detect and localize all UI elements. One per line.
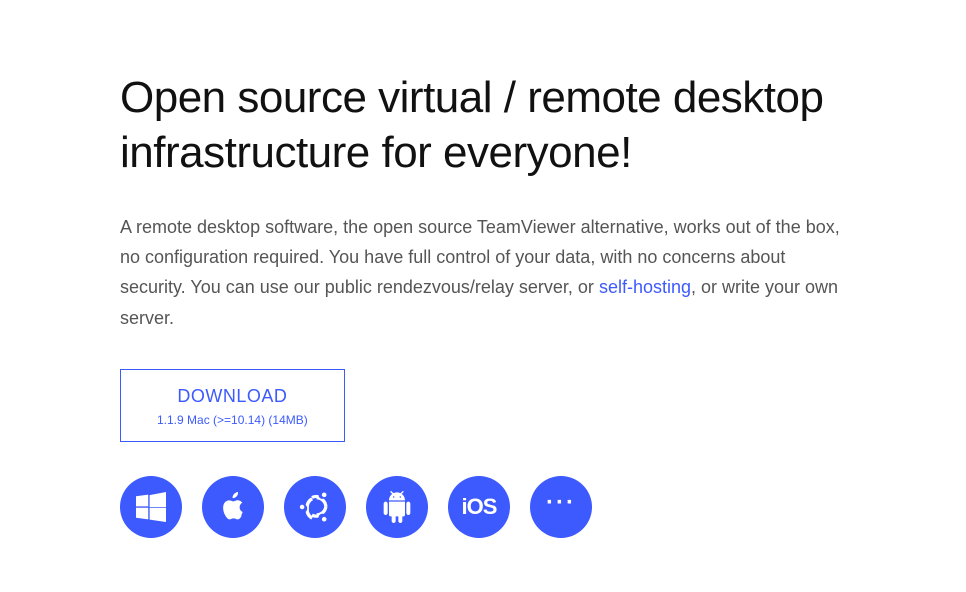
self-hosting-link[interactable]: self-hosting	[599, 277, 691, 297]
windows-icon[interactable]	[120, 476, 182, 538]
more-label: ···	[546, 491, 576, 523]
android-icon[interactable]	[366, 476, 428, 538]
ios-label: iOS	[462, 494, 497, 520]
download-button[interactable]: DOWNLOAD 1.1.9 Mac (>=10.14) (14MB)	[120, 369, 345, 442]
platform-icons-row: iOS ···	[120, 476, 846, 538]
page-heading: Open source virtual / remote desktop inf…	[120, 70, 846, 180]
ubuntu-icon[interactable]	[284, 476, 346, 538]
apple-icon[interactable]	[202, 476, 264, 538]
download-subtitle: 1.1.9 Mac (>=10.14) (14MB)	[157, 413, 308, 427]
page-description: A remote desktop software, the open sour…	[120, 212, 846, 333]
download-title: DOWNLOAD	[157, 386, 308, 407]
more-platforms-icon[interactable]: ···	[530, 476, 592, 538]
ios-icon[interactable]: iOS	[448, 476, 510, 538]
